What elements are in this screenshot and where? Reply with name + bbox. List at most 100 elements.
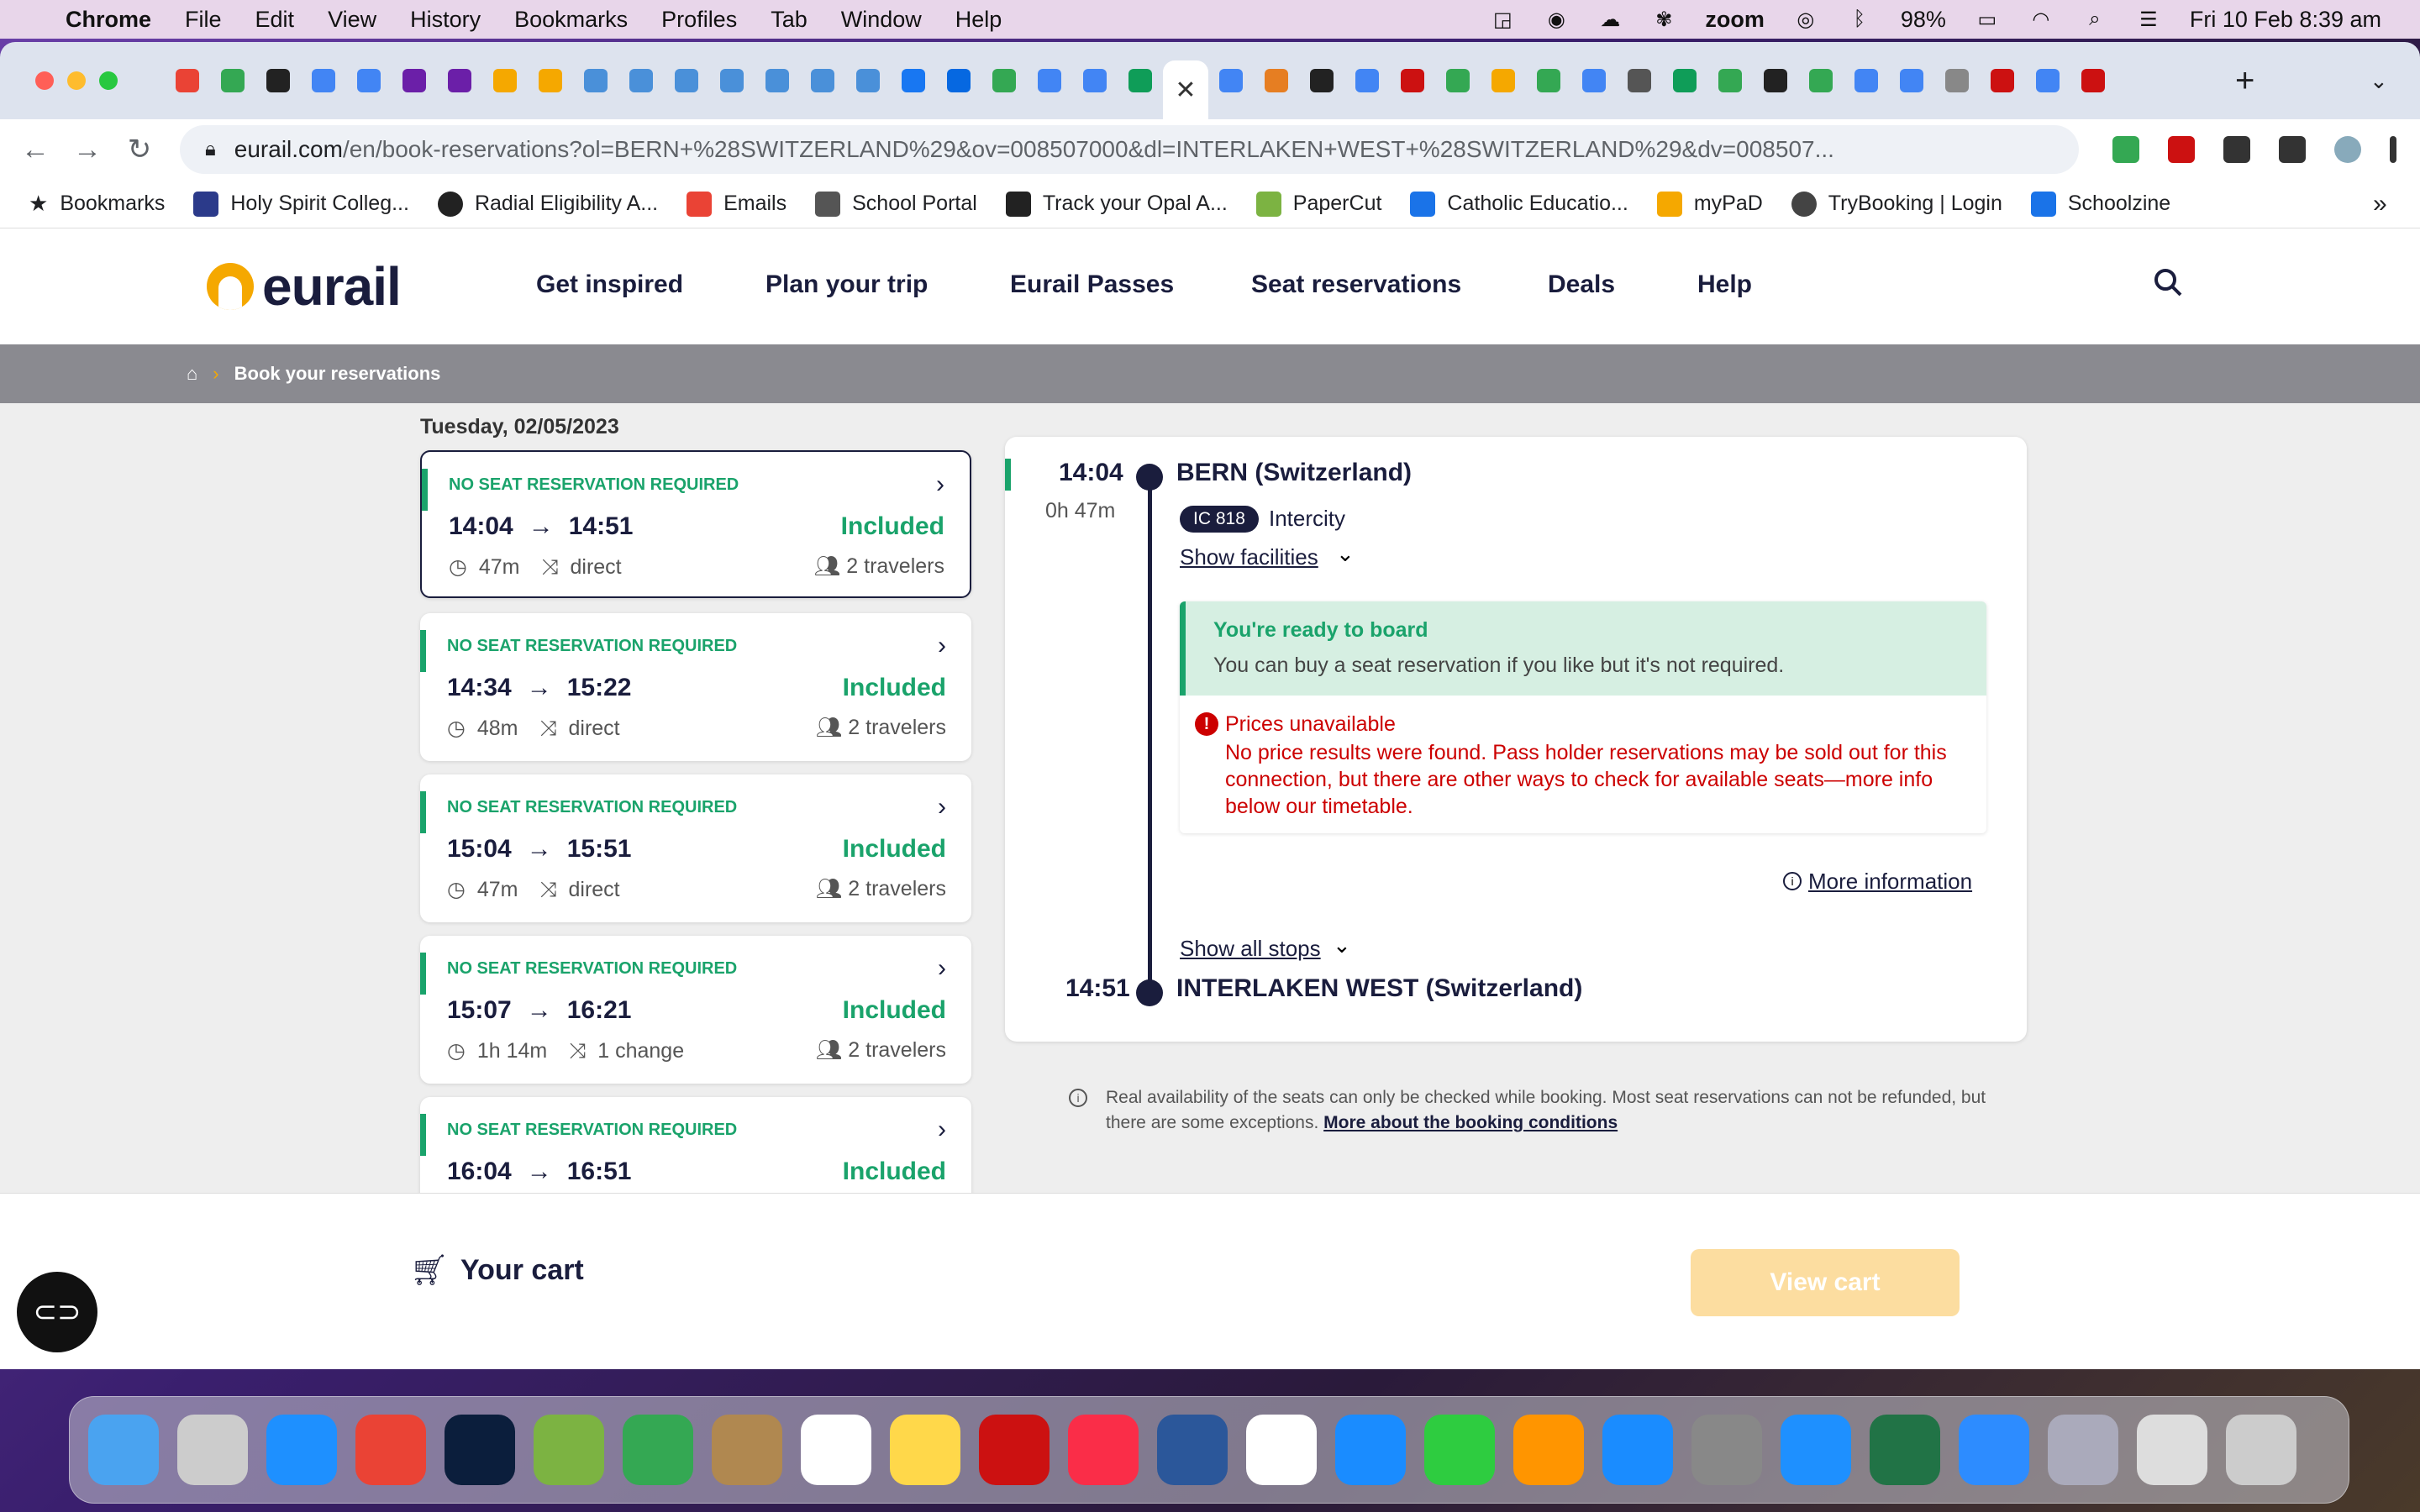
active-tab[interactable]: ✕ (1163, 60, 1208, 119)
browser-tab[interactable] (755, 58, 800, 103)
bookmark-catholic-education[interactable]: Catholic Educatio... (1410, 191, 1628, 217)
chrome-menu-icon[interactable] (2390, 136, 2396, 163)
show-facilities-link[interactable]: Show facilities (1180, 544, 1318, 570)
bookmark-holy-spirit[interactable]: Holy Spirit Colleg... (193, 191, 409, 217)
chevron-down-icon[interactable]: ⌄ (1333, 932, 1351, 958)
menu-view[interactable]: View (328, 7, 376, 33)
browser-tab[interactable] (1072, 58, 1118, 103)
browser-tab[interactable] (1571, 58, 1617, 103)
chevron-right-icon[interactable]: › (938, 632, 946, 660)
chevron-right-icon[interactable]: › (936, 470, 944, 499)
reminders-icon[interactable] (801, 1415, 871, 1485)
reload-button[interactable]: ↻ (123, 133, 156, 166)
menu-window[interactable]: Window (841, 7, 922, 33)
zscaler-icon[interactable] (1781, 1415, 1851, 1485)
bluetooth-icon[interactable]: ᛒ (1847, 8, 1872, 30)
connection-card[interactable]: NO SEAT RESERVATION REQUIRED › 14:04 → 1… (420, 450, 971, 598)
browser-tab[interactable] (437, 58, 482, 103)
booking-conditions-link[interactable]: More about the booking conditions (1323, 1113, 1618, 1132)
browser-tab[interactable] (2070, 58, 2116, 103)
browser-tab[interactable] (1344, 58, 1390, 103)
menubar-clock[interactable]: Fri 10 Feb 8:39 am (2190, 7, 2381, 33)
browser-tab[interactable] (845, 58, 891, 103)
battery-icon[interactable]: ▭ (1975, 8, 2000, 31)
menu-app-name[interactable]: Chrome (66, 7, 151, 33)
info-icon[interactable]: i (1783, 872, 1802, 890)
bookmark-papercut[interactable]: PaperCut (1255, 191, 1381, 217)
browser-tab[interactable] (2025, 58, 2070, 103)
browser-tab[interactable] (1254, 58, 1299, 103)
bookmark-emails[interactable]: Emails (687, 191, 786, 217)
system-settings-icon[interactable] (1691, 1415, 1762, 1485)
screen-share-icon[interactable]: ◲ (1490, 8, 1515, 31)
nav-plan-your-trip[interactable]: Plan your trip (765, 270, 928, 299)
browser-tab[interactable] (1707, 58, 1753, 103)
browser-tab[interactable] (1753, 58, 1798, 103)
schoolzine-icon[interactable] (534, 1415, 604, 1485)
browser-tab[interactable] (1118, 58, 1163, 103)
drive-extension-icon[interactable] (2112, 136, 2139, 163)
side-panel-icon[interactable] (2279, 136, 2306, 163)
browser-tab[interactable] (301, 58, 346, 103)
more-bookmarks-button[interactable]: » (2373, 190, 2387, 218)
acrobat-icon[interactable] (979, 1415, 1050, 1485)
browser-tab[interactable] (1481, 58, 1526, 103)
chevron-right-icon[interactable]: › (938, 954, 946, 983)
connection-card[interactable]: NO SEAT RESERVATION REQUIRED › 15:04 → 1… (420, 774, 971, 922)
creative-cloud-icon[interactable]: ◉ (1544, 8, 1569, 31)
contacts-icon[interactable] (712, 1415, 782, 1485)
zoom-status[interactable]: zoom (1705, 7, 1765, 33)
acrobat-extension-icon[interactable] (2168, 136, 2195, 163)
word-icon[interactable] (1157, 1415, 1228, 1485)
forward-button[interactable]: → (71, 133, 104, 166)
numbers-icon[interactable] (1424, 1415, 1495, 1485)
back-button[interactable]: ← (18, 133, 52, 166)
menu-bookmarks[interactable]: Bookmarks (514, 7, 628, 33)
bookmark-opal[interactable]: Track your Opal A... (1005, 191, 1228, 217)
keynote-icon[interactable] (1335, 1415, 1406, 1485)
browser-tab[interactable] (1208, 58, 1254, 103)
chevron-down-icon[interactable]: ⌄ (1336, 541, 1355, 567)
browser-tab[interactable] (981, 58, 1027, 103)
browser-tab[interactable] (891, 58, 936, 103)
close-window-button[interactable] (35, 71, 54, 90)
google-drive-icon[interactable] (623, 1415, 693, 1485)
browser-tab[interactable] (1526, 58, 1571, 103)
browser-tab[interactable] (1934, 58, 1980, 103)
connection-card[interactable]: NO SEAT RESERVATION REQUIRED › 14:34 → 1… (420, 613, 971, 761)
browser-tab[interactable] (573, 58, 618, 103)
show-all-stops-link[interactable]: Show all stops (1180, 936, 1321, 962)
menu-help[interactable]: Help (955, 7, 1002, 33)
browser-tab[interactable] (1889, 58, 1934, 103)
minimize-window-button[interactable] (67, 71, 86, 90)
notes-icon[interactable] (890, 1415, 960, 1485)
browser-tab[interactable] (528, 58, 573, 103)
menu-tab[interactable]: Tab (771, 7, 808, 33)
zoom-icon[interactable] (1959, 1415, 2029, 1485)
browser-tab[interactable] (482, 58, 528, 103)
browser-tab[interactable] (1798, 58, 1844, 103)
browser-tab[interactable] (664, 58, 709, 103)
bookmark-mypad[interactable]: myPaD (1656, 191, 1763, 217)
view-cart-button[interactable]: View cart (1691, 1249, 1960, 1316)
airdrop-icon[interactable]: ◎ (1793, 8, 1818, 31)
news-icon[interactable] (1246, 1415, 1317, 1485)
wifi-icon[interactable]: ◠ (2028, 8, 2054, 31)
tab-close-icon[interactable]: ✕ (1175, 76, 1196, 105)
bookmarks-folder[interactable]: ★ Bookmarks (29, 191, 165, 217)
menu-file[interactable]: File (185, 7, 222, 33)
preview-icon[interactable] (2048, 1415, 2118, 1485)
nav-get-inspired[interactable]: Get inspired (536, 270, 683, 299)
chevron-right-icon[interactable]: › (938, 1116, 946, 1144)
browser-tab[interactable] (1299, 58, 1344, 103)
pages-icon[interactable] (1513, 1415, 1584, 1485)
browser-tab[interactable] (1027, 58, 1072, 103)
maximize-window-button[interactable] (99, 71, 118, 90)
browser-tab[interactable] (392, 58, 437, 103)
safari-icon[interactable] (266, 1415, 337, 1485)
bookmark-radial[interactable]: Radial Eligibility A... (437, 191, 658, 217)
eurail-logo[interactable]: eurail (207, 255, 402, 318)
chevron-right-icon[interactable]: › (938, 793, 946, 822)
excel-icon[interactable] (1870, 1415, 1940, 1485)
music-icon[interactable] (1068, 1415, 1139, 1485)
